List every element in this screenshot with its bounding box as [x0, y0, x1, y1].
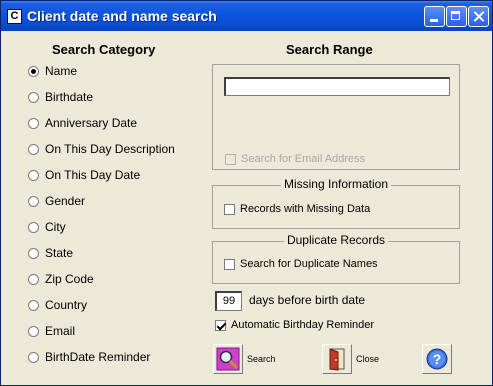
radio-button[interactable]: [28, 169, 39, 181]
search-category-option[interactable]: Anniversary Date: [28, 114, 137, 132]
missing-data-checkbox[interactable]: [224, 203, 235, 215]
radio-label: Anniversary Date: [45, 116, 138, 130]
radio-button[interactable]: [28, 65, 39, 77]
window-title: Client date and name search: [27, 8, 217, 24]
email-search-label: Search for Email Address: [241, 153, 366, 165]
duplicate-names-checkbox[interactable]: [224, 258, 235, 270]
duplicates-group: Duplicate Records Search for Duplicate N…: [212, 233, 460, 284]
search-category-option[interactable]: On This Day Description: [28, 140, 175, 158]
days-before-input[interactable]: 99: [215, 291, 242, 311]
search-icon: [213, 344, 243, 374]
search-range-input[interactable]: [224, 77, 450, 96]
search-category-heading: Search Category: [52, 42, 156, 57]
birthday-reminder-option: Automatic Birthday Reminder: [215, 319, 374, 331]
svg-text:?: ?: [433, 351, 442, 367]
search-category-option[interactable]: Gender: [28, 192, 85, 210]
help-button[interactable]: ?: [422, 344, 452, 374]
app-icon: C: [7, 9, 22, 24]
close-window-button[interactable]: [468, 6, 489, 27]
radio-button[interactable]: [28, 143, 39, 155]
search-category-option[interactable]: Name: [28, 62, 77, 80]
search-button[interactable]: Search: [213, 344, 276, 374]
radio-button[interactable]: [28, 299, 39, 311]
radio-button[interactable]: [28, 117, 39, 129]
radio-label: Zip Code: [45, 272, 94, 286]
radio-label: Country: [45, 298, 88, 312]
missing-info-group: Missing Information Records with Missing…: [212, 177, 460, 229]
radio-button[interactable]: [28, 351, 39, 363]
duplicates-title: Duplicate Records: [283, 233, 389, 247]
radio-button[interactable]: [28, 273, 39, 285]
radio-label: Gender: [45, 194, 86, 208]
door-exit-icon: [322, 344, 352, 374]
search-category-option[interactable]: Email: [28, 322, 75, 340]
search-category-option[interactable]: City: [28, 218, 66, 236]
missing-data-label: Records with Missing Data: [240, 203, 371, 215]
duplicate-names-label: Search for Duplicate Names: [240, 258, 378, 270]
email-search-checkbox[interactable]: [225, 153, 236, 165]
search-range-group: Search for Email Address: [212, 64, 460, 170]
radio-label: Birthdate: [45, 90, 94, 104]
dialog-window: C Client date and name search Search Cat…: [0, 0, 493, 386]
radio-label: On This Day Description: [45, 142, 175, 156]
search-button-label: Search: [247, 354, 276, 364]
minimize-button[interactable]: [424, 6, 445, 27]
duplicate-names-option: Search for Duplicate Names: [224, 258, 378, 270]
radio-button[interactable]: [28, 91, 39, 103]
help-icon: ?: [422, 344, 452, 374]
email-search-option: Search for Email Address: [225, 153, 365, 165]
radio-label: Email: [45, 324, 76, 338]
radio-label: On This Day Date: [45, 168, 141, 182]
title-bar[interactable]: C Client date and name search: [1, 1, 492, 31]
radio-label: State: [45, 246, 74, 260]
search-category-option[interactable]: State: [28, 244, 73, 262]
missing-info-title: Missing Information: [280, 177, 392, 191]
search-category-option[interactable]: BirthDate Reminder: [28, 348, 150, 366]
search-category-option[interactable]: Birthdate: [28, 88, 93, 106]
close-button-label: Close: [356, 354, 380, 364]
maximize-button[interactable]: [446, 6, 467, 27]
search-category-option[interactable]: On This Day Date: [28, 166, 140, 184]
radio-button[interactable]: [28, 195, 39, 207]
search-category-option[interactable]: Zip Code: [28, 270, 94, 288]
missing-data-option: Records with Missing Data: [224, 203, 370, 215]
birthday-reminder-label: Automatic Birthday Reminder: [231, 319, 375, 331]
close-button[interactable]: Close: [322, 344, 379, 374]
search-range-heading: Search Range: [286, 42, 373, 57]
radio-label: BirthDate Reminder: [45, 350, 151, 364]
radio-button[interactable]: [28, 221, 39, 233]
radio-label: Name: [45, 64, 78, 78]
birthday-reminder-checkbox[interactable]: [215, 319, 226, 331]
search-category-option[interactable]: Country: [28, 296, 87, 314]
radio-label: City: [45, 220, 66, 234]
days-before-label: days before birth date: [249, 293, 366, 307]
radio-button[interactable]: [28, 325, 39, 337]
radio-button[interactable]: [28, 247, 39, 259]
